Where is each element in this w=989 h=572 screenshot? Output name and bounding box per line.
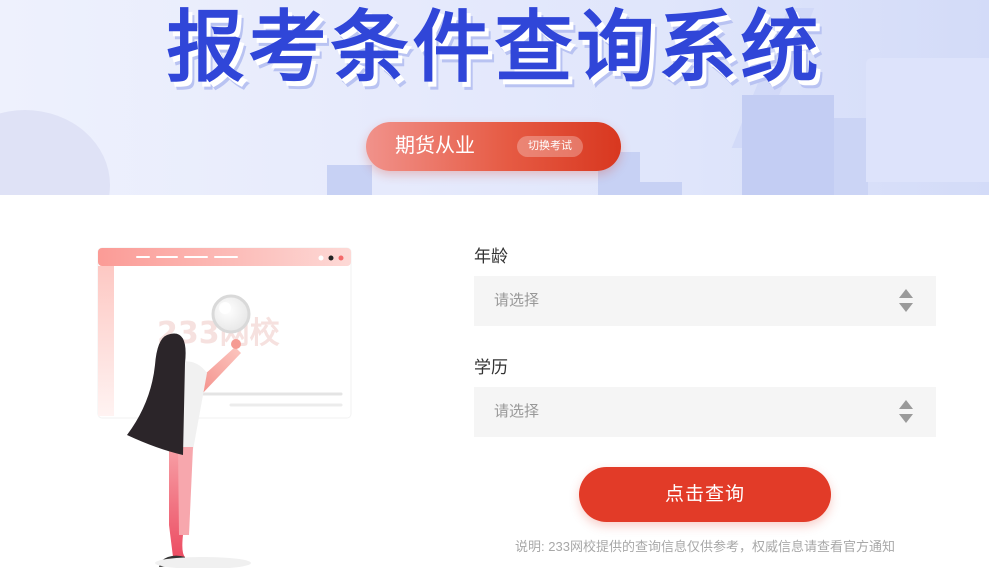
age-select[interactable]: 请选择 — [474, 276, 936, 326]
disclaimer-note: 说明: 233网校提供的查询信息仅供参考，权威信息请查看官方通知 — [515, 539, 895, 554]
education-select[interactable]: 请选择 — [474, 387, 936, 437]
switch-exam-button[interactable]: 切换考试 — [517, 136, 583, 157]
query-button[interactable]: 点击查询 — [579, 467, 831, 522]
age-select-placeholder: 请选择 — [494, 292, 540, 309]
current-exam-pill: 期货从业 切换考试 — [366, 122, 621, 171]
banner-building — [834, 118, 868, 195]
select-arrows-icon — [899, 400, 913, 424]
banner: 报考条件查询系统 期货从业 切换考试 — [0, 0, 989, 195]
magnifier-icon — [211, 294, 251, 334]
education-label: 学历 — [474, 358, 508, 377]
current-exam-name: 期货从业 — [395, 135, 475, 157]
illustration: 233网校 — [85, 235, 385, 569]
banner-building — [327, 165, 372, 195]
banner-building — [742, 95, 834, 195]
banner-building — [640, 182, 682, 195]
woman-browser-illustration: 233网校 — [97, 247, 352, 569]
education-select-placeholder: 请选择 — [494, 403, 540, 420]
select-arrows-icon — [899, 289, 913, 313]
banner-decoration-blob — [0, 110, 110, 195]
page-title: 报考条件查询系统 — [166, 3, 823, 93]
age-label: 年龄 — [474, 247, 508, 266]
browser-sidebar — [98, 266, 114, 416]
